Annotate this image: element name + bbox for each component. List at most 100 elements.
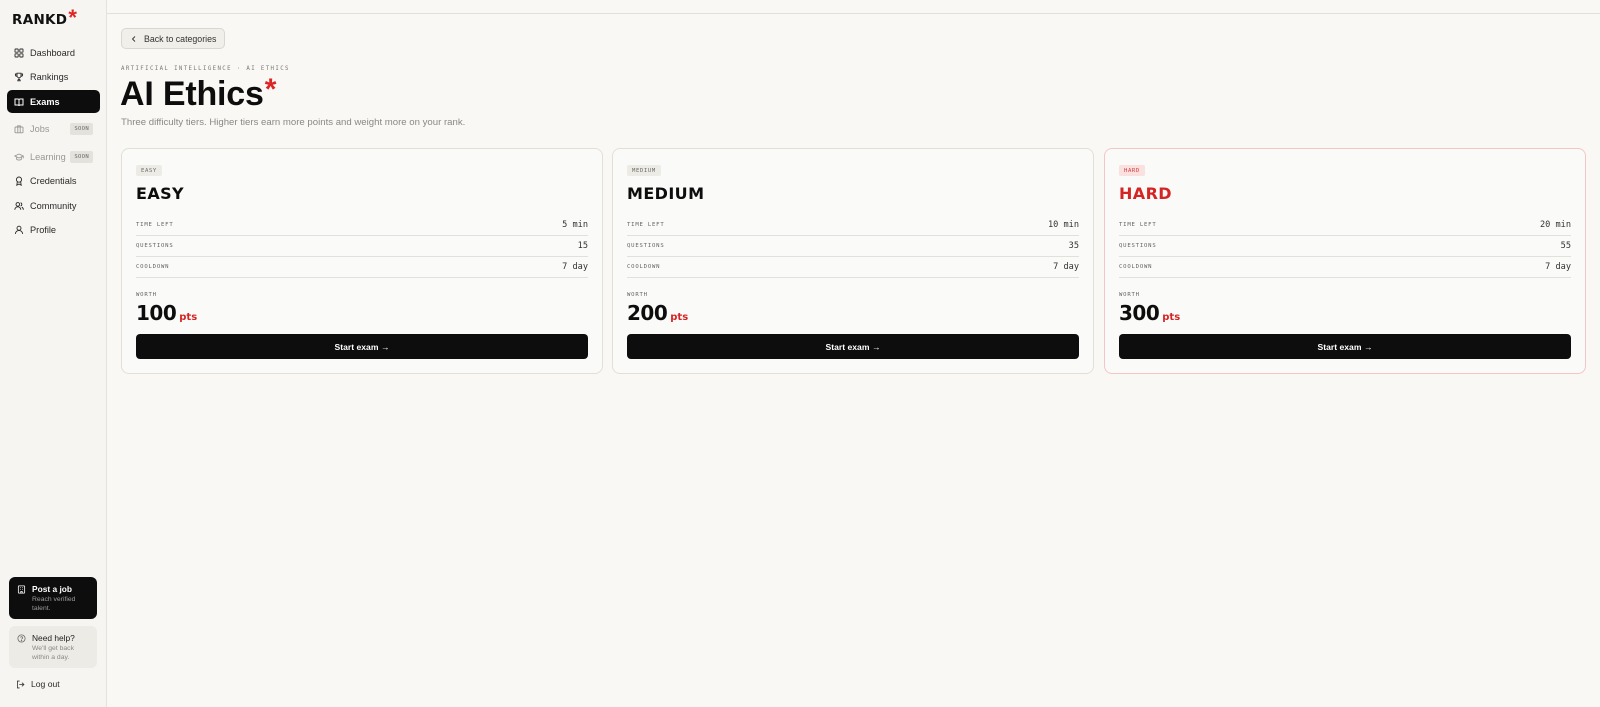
- worth: 100 pts: [136, 301, 197, 325]
- tier-card-hard: HARD HARD TIME LEFT 20 min QUESTIONS 55 COOLDO…: [1104, 148, 1586, 374]
- back-label: Back to categories: [144, 33, 217, 44]
- book-icon: [14, 98, 24, 106]
- logout-icon: [17, 680, 25, 688]
- breadcrumb: ARTIFICIAL INTELLIGENCE · AI ETHICS: [121, 66, 290, 72]
- cooldown-value: 7 day: [562, 262, 588, 272]
- cooldown-row: COOLDOWN 7 day: [627, 257, 1079, 278]
- header-divider: [107, 13, 1600, 14]
- cooldown-label: COOLDOWN: [136, 264, 170, 270]
- help-text: Need help? We'll get back within a day.: [32, 633, 89, 668]
- cooldown-label: COOLDOWN: [627, 264, 661, 270]
- sidebar-item-label: Rankings: [30, 72, 69, 82]
- logo-asterisk: *: [68, 5, 77, 30]
- difficulty-badge: MEDIUM: [627, 165, 661, 176]
- time-left-value: 5 min: [562, 220, 588, 230]
- worth-label: WORTH: [136, 292, 157, 298]
- questions-label: QUESTIONS: [1119, 243, 1157, 249]
- questions-value: 55: [1560, 241, 1571, 251]
- logout-button[interactable]: Log out: [16, 679, 60, 689]
- worth-unit: pts: [179, 312, 198, 323]
- time-left-value: 10 min: [1047, 220, 1079, 230]
- tier-name: EASY: [136, 184, 185, 203]
- logo[interactable]: RANKD *: [12, 5, 77, 30]
- difficulty-badge: EASY: [136, 165, 162, 176]
- questions-label: QUESTIONS: [627, 243, 665, 249]
- sidebar-item-jobs[interactable]: Jobs SOON: [7, 118, 100, 141]
- trophy-icon: [14, 72, 24, 82]
- sidebar-item-label: Dashboard: [30, 47, 75, 58]
- grid-icon: [14, 48, 24, 57]
- help-circle-icon: [17, 634, 26, 643]
- sidebar-item-learning[interactable]: Learning SOON: [7, 145, 100, 168]
- back-to-categories-button[interactable]: Back to categories: [121, 28, 226, 49]
- time-left-label: TIME LEFT: [627, 222, 665, 228]
- time-left-row: TIME LEFT 10 min: [627, 215, 1079, 236]
- soon-badge: SOON: [70, 123, 93, 135]
- cooldown-label: COOLDOWN: [1119, 264, 1153, 270]
- questions-value: 35: [1068, 241, 1079, 251]
- soon-badge: SOON: [70, 150, 93, 163]
- help-subtitle: We'll get back within a day.: [32, 645, 74, 661]
- sidebar-item-label: Learning: [30, 151, 66, 162]
- page-title: AI Ethics*: [120, 73, 277, 116]
- tier-card-medium: MEDIUM MEDIUM TIME LEFT 10 min QUESTIONS 35 CO…: [612, 148, 1094, 374]
- sidebar-item-dashboard[interactable]: Dashboard: [7, 41, 100, 64]
- start-exam-button[interactable]: Start exam →: [1119, 334, 1571, 359]
- sidebar-nav: Dashboard Rankings Exams Jobs SOON Learn…: [7, 41, 100, 243]
- sidebar-item-community[interactable]: Community: [7, 194, 100, 217]
- sidebar-item-label: Exams: [30, 96, 60, 107]
- time-left-row: TIME LEFT 5 min: [136, 215, 588, 236]
- graduation-cap-icon: [14, 153, 24, 160]
- sidebar-item-label: Profile: [30, 225, 57, 235]
- time-left-label: TIME LEFT: [136, 222, 174, 228]
- questions-row: QUESTIONS 35: [627, 236, 1079, 257]
- page-subtitle: Three difficulty tiers. Higher tiers ear…: [121, 117, 466, 128]
- worth-label: WORTH: [1119, 292, 1140, 298]
- title-asterisk: *: [264, 73, 277, 106]
- questions-row: QUESTIONS 55: [1119, 236, 1571, 257]
- post-job-title: Post a job: [32, 584, 73, 594]
- sidebar-item-exams[interactable]: Exams: [7, 90, 100, 113]
- time-left-label: TIME LEFT: [1119, 222, 1157, 228]
- start-exam-button[interactable]: Start exam →: [136, 334, 588, 359]
- logout-label: Log out: [31, 679, 60, 689]
- worth-unit: pts: [670, 312, 689, 323]
- tier-name: MEDIUM: [627, 184, 705, 203]
- start-exam-button[interactable]: Start exam →: [627, 334, 1079, 359]
- sidebar-item-profile[interactable]: Profile: [7, 219, 100, 242]
- worth-value: 200: [627, 301, 668, 325]
- sidebar: RANKD * Dashboard Rankings Exams Jobs SO…: [0, 0, 107, 707]
- worth-value: 300: [1119, 301, 1160, 325]
- help-card[interactable]: Need help? We'll get back within a day.: [9, 626, 97, 668]
- sidebar-item-rankings[interactable]: Rankings: [7, 66, 100, 89]
- worth-label: WORTH: [627, 292, 648, 298]
- time-left-value: 20 min: [1539, 220, 1571, 230]
- worth-unit: pts: [1162, 312, 1181, 323]
- cooldown-value: 7 day: [1545, 262, 1571, 272]
- questions-row: QUESTIONS 15: [136, 236, 588, 257]
- users-icon: [14, 201, 24, 210]
- tier-name: HARD: [1119, 184, 1172, 203]
- chevron-left-icon: [131, 35, 136, 42]
- post-job-card[interactable]: Post a job Reach verified talent.: [9, 577, 97, 619]
- post-job-subtitle: Reach verified talent.: [32, 596, 76, 612]
- logo-text: RANKD: [12, 12, 68, 28]
- user-icon: [14, 225, 24, 235]
- difficulty-badge: HARD: [1119, 165, 1145, 176]
- questions-label: QUESTIONS: [136, 243, 174, 249]
- sidebar-item-label: Community: [30, 200, 77, 211]
- sidebar-item-label: Credentials: [30, 176, 77, 186]
- page-title-text: AI Ethics: [120, 75, 264, 113]
- worth-value: 100: [136, 301, 177, 325]
- help-title: Need help?: [32, 633, 75, 643]
- building-icon: [17, 585, 26, 594]
- sidebar-item-credentials[interactable]: Credentials: [7, 170, 100, 193]
- worth: 300 pts: [1119, 301, 1180, 325]
- cooldown-row: COOLDOWN 7 day: [136, 257, 588, 278]
- cooldown-value: 7 day: [1053, 262, 1079, 272]
- sidebar-item-label: Jobs: [30, 124, 50, 134]
- time-left-row: TIME LEFT 20 min: [1119, 215, 1571, 236]
- award-icon: [15, 176, 23, 186]
- tier-card-easy: EASY EASY TIME LEFT 5 min QUESTIONS 15 COOLDOW…: [121, 148, 603, 374]
- questions-value: 15: [577, 241, 588, 251]
